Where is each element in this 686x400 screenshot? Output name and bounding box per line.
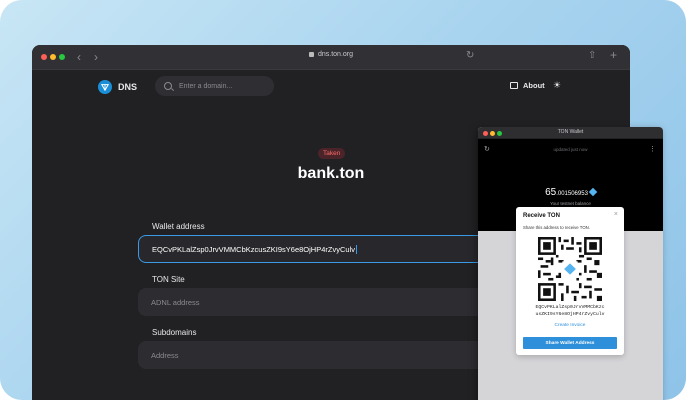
- ton-site-label: TON Site: [152, 275, 185, 284]
- ton-wallet-window: TON Wallet ↻ updated just now ⋮ 65.00150…: [478, 127, 663, 400]
- address-line-2: usZKI9sY6e8OjHP4rZvyCulv: [535, 311, 605, 317]
- create-invoice-link[interactable]: Create Invoice: [516, 323, 624, 328]
- about-label: About: [523, 81, 545, 90]
- wallet-updated-status: updated just now: [553, 147, 588, 152]
- balance-fraction: .001506953: [556, 191, 588, 197]
- modal-description: Share this address to receive TON.: [523, 225, 590, 230]
- receive-ton-modal: Receive TON × Share this address to rece…: [516, 207, 624, 355]
- text-caret: [355, 244, 357, 254]
- browser-toolbar: ‹ › dns.ton.org ↻ ⇧ +: [32, 45, 630, 70]
- share-icon[interactable]: ⇧: [588, 50, 596, 61]
- wallet-address-input[interactable]: EQCvPKLalZsp0JrvVMMCbKzcusZKI9sY6e8OjHP4…: [138, 235, 498, 263]
- new-tab-icon[interactable]: +: [610, 48, 617, 62]
- theme-toggle-icon[interactable]: ☀: [553, 81, 562, 90]
- about-icon: [510, 82, 518, 89]
- reload-icon[interactable]: ↻: [466, 50, 474, 61]
- ton-logo-icon[interactable]: [98, 80, 112, 94]
- wallet-window-title: TON Wallet: [557, 129, 584, 135]
- lock-icon: [308, 51, 314, 57]
- brand-title[interactable]: DNS: [118, 82, 137, 92]
- desktop-background: ‹ › dns.ton.org ↻ ⇧ + DNS Enter a domain…: [0, 0, 686, 400]
- wallet-qr-code: [538, 237, 602, 301]
- ton-site-placeholder: ADNL address: [151, 297, 200, 307]
- wallet-balance: 65.001506953: [478, 187, 663, 198]
- subdomains-label: Subdomains: [152, 328, 197, 337]
- address-bar[interactable]: dns.ton.org: [32, 51, 630, 58]
- balance-integer: 65: [545, 187, 557, 198]
- diamond-icon: [588, 188, 598, 197]
- wallet-address-text: EQCvPKLalZsp0JrvVMMCbKzc usZKI9sY6e8OjHP…: [516, 305, 624, 318]
- close-icon[interactable]: ×: [614, 211, 618, 218]
- share-wallet-address-button[interactable]: Share Wallet Address: [523, 337, 617, 349]
- status-badge: Taken: [318, 148, 346, 159]
- modal-title: Receive TON: [523, 213, 560, 219]
- subdomains-placeholder: Address: [151, 350, 179, 360]
- balance-caption: Your testnet balance: [550, 201, 591, 206]
- wallet-titlebar: TON Wallet: [478, 127, 663, 139]
- url-text: dns.ton.org: [317, 51, 354, 58]
- wallet-address-value: EQCvPKLalZsp0JrvVMMCbKzcusZKI9sY6e8OjHP4…: [152, 244, 355, 254]
- wallet-address-label: Wallet address: [152, 222, 205, 231]
- menu-icon[interactable]: ⋮: [649, 145, 656, 153]
- search-placeholder: Enter a domain...: [179, 82, 233, 90]
- about-button[interactable]: About: [510, 81, 545, 90]
- subdomains-input[interactable]: Address: [138, 341, 498, 369]
- domain-search-input[interactable]: Enter a domain...: [155, 76, 274, 96]
- ton-site-input[interactable]: ADNL address: [138, 288, 498, 316]
- search-icon: [164, 82, 172, 90]
